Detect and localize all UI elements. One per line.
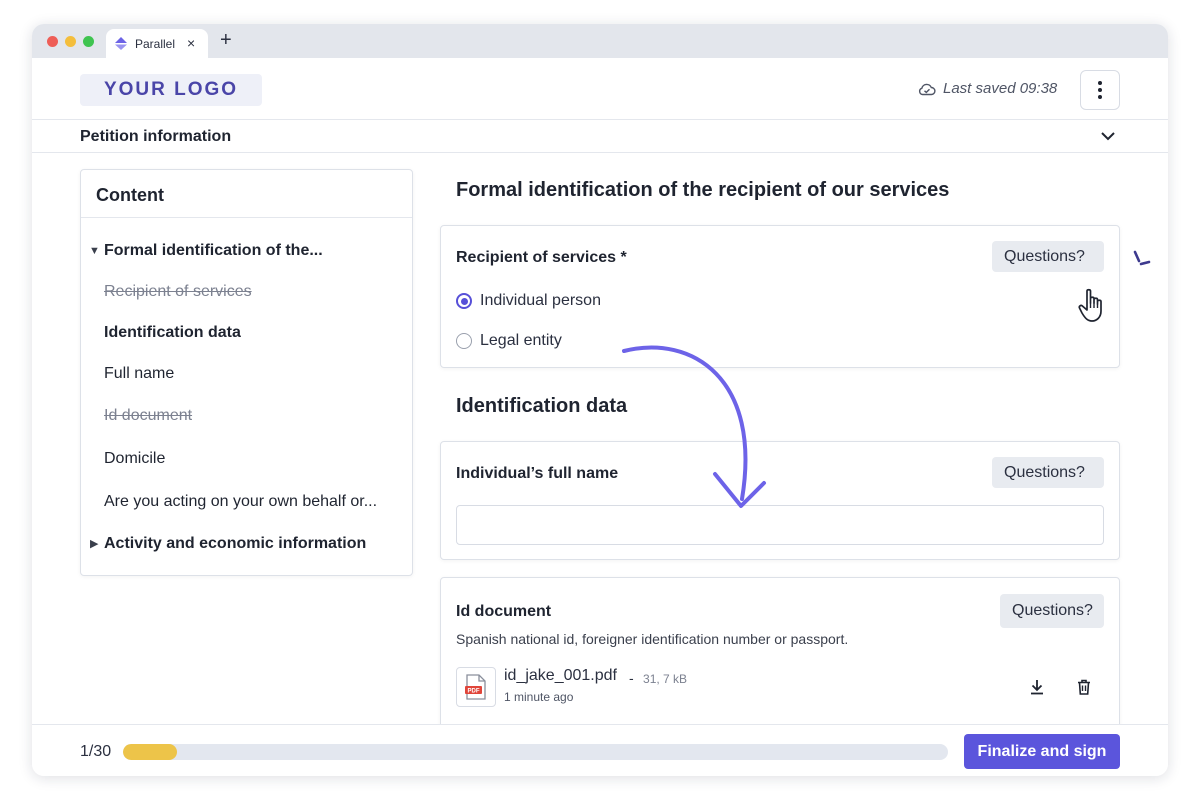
radio-selected-icon — [456, 293, 472, 309]
outline-item-recipient-of-services[interactable]: Recipient of services — [104, 283, 252, 301]
parallel-logo-icon — [115, 37, 127, 50]
outline-item-formal-identification[interactable]: Formal identification of the... — [104, 242, 323, 260]
recipient-card: Recipient of services * Questions? Indiv… — [440, 225, 1120, 368]
radio-label: Individual person — [480, 292, 601, 309]
chevron-down-icon[interactable] — [1098, 126, 1118, 146]
window-close-dot[interactable] — [47, 36, 58, 47]
browser-tab-bar: Parallel × + — [32, 24, 1168, 58]
outline-item-activity-economic[interactable]: Activity and economic information — [104, 535, 366, 553]
radio-individual-person[interactable]: Individual person — [456, 292, 601, 310]
header-divider — [32, 119, 1168, 120]
petition-title: Petition information — [80, 128, 232, 145]
file-name[interactable]: id_jake_001.pdf — [504, 667, 617, 685]
outline-item-domicile[interactable]: Domicile — [104, 450, 165, 468]
progress-footer: 1/30 Finalize and sign — [32, 724, 1168, 776]
collapsed-triangle-icon[interactable]: ▶ — [90, 537, 98, 550]
id-document-label: Id document — [456, 603, 552, 620]
file-size-separator: - — [629, 670, 634, 686]
window-minimize-dot[interactable] — [65, 36, 76, 47]
petition-divider — [32, 152, 1168, 153]
company-logo: YOUR LOGO — [80, 74, 262, 106]
id-document-questions-button[interactable]: Questions? — [1000, 594, 1104, 628]
radio-label: Legal entity — [480, 332, 562, 349]
hand-pointer-cursor-icon — [1078, 288, 1102, 322]
full-name-input[interactable] — [456, 505, 1104, 545]
outline-item-identification-data[interactable]: Identification data — [104, 324, 241, 342]
pdf-file-icon: PDF — [456, 667, 496, 707]
radio-unselected-icon — [456, 333, 472, 349]
tab-close-icon[interactable]: × — [187, 35, 195, 51]
last-saved-text: Last saved 09:38 — [943, 80, 1058, 97]
progress-bar-fill — [123, 744, 177, 760]
outline-item-full-name[interactable]: Full name — [104, 365, 174, 383]
kebab-dot — [1098, 95, 1102, 99]
trash-icon[interactable] — [1074, 677, 1094, 697]
section-title-identification-data: Identification data — [456, 395, 628, 417]
id-document-card: Id document Questions? Spanish national … — [440, 577, 1120, 737]
browser-window: Parallel × + YOUR LOGO Last saved 09:38 … — [32, 24, 1168, 776]
finalize-and-sign-button[interactable]: Finalize and sign — [964, 734, 1120, 769]
outline-item-acting-on-behalf[interactable]: Are you acting on your own behalf or... — [104, 493, 377, 511]
new-tab-icon[interactable]: + — [220, 29, 232, 52]
radio-legal-entity[interactable]: Legal entity — [456, 332, 562, 350]
file-size-group: - 31, 7 kB — [629, 670, 687, 686]
full-name-card: Individual’s full name Questions? — [440, 441, 1120, 560]
kebab-dot — [1098, 81, 1102, 85]
progress-count: 1/30 — [80, 743, 112, 760]
outline-divider — [81, 217, 412, 218]
recipient-label: Recipient of services * — [456, 249, 627, 266]
last-saved-status: Last saved 09:38 — [918, 80, 1057, 97]
full-name-label: Individual’s full name — [456, 465, 619, 482]
content-outline-panel: Content ▼ Formal identification of the..… — [80, 169, 413, 576]
window-maximize-dot[interactable] — [83, 36, 94, 47]
pdf-badge-text: PDF — [468, 688, 480, 694]
browser-tab[interactable]: Parallel × — [106, 29, 208, 58]
file-size: 31, 7 kB — [643, 672, 688, 686]
download-icon[interactable] — [1027, 677, 1047, 697]
outline-item-id-document[interactable]: Id document — [104, 407, 192, 425]
progress-bar — [123, 744, 948, 760]
click-sparkle-icon — [1133, 250, 1151, 266]
section-title-formal-identification: Formal identification of the recipient o… — [456, 179, 950, 201]
more-options-button[interactable] — [1080, 70, 1120, 110]
recipient-questions-button[interactable]: Questions? — [992, 241, 1104, 272]
id-document-hint: Spanish national id, foreigner identific… — [456, 631, 849, 647]
pdf-document-icon: PDF — [465, 674, 486, 700]
kebab-dot — [1098, 88, 1102, 92]
cloud-check-icon — [918, 83, 936, 95]
full-name-questions-button[interactable]: Questions? — [992, 457, 1104, 488]
expanded-triangle-icon[interactable]: ▼ — [89, 245, 100, 257]
file-upload-time: 1 minute ago — [504, 690, 574, 704]
outline-heading: Content — [96, 185, 164, 205]
tab-title: Parallel — [135, 37, 176, 51]
